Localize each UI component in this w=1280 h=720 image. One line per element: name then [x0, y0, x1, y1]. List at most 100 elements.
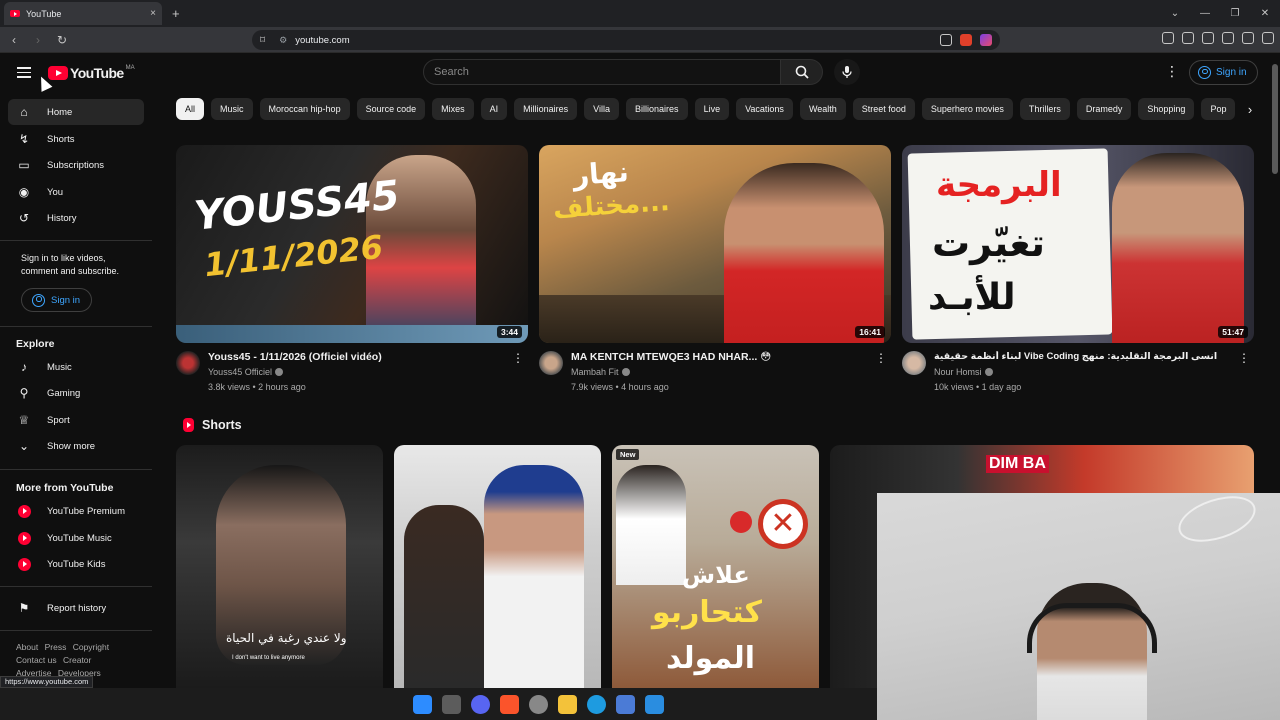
chip-dramedy[interactable]: Dramedy: [1076, 98, 1132, 120]
chip-thrillers[interactable]: Thrillers: [1019, 98, 1070, 120]
sidebar-item-you[interactable]: ◉ You: [8, 179, 144, 205]
store-icon[interactable]: [616, 694, 635, 714]
sidebar-item-shorts[interactable]: ↯ Shorts: [8, 126, 144, 152]
channel-name[interactable]: Youss45 Officiel: [208, 367, 284, 377]
video-menu-kebab-icon[interactable]: ⋮: [875, 351, 887, 365]
search-button[interactable]: [781, 59, 823, 85]
sidebar-item-sport[interactable]: ♕ Sport: [8, 407, 144, 433]
video-thumbnail[interactable]: نهار مختلف... 16:41: [539, 145, 891, 343]
chrome-icon[interactable]: [529, 694, 548, 714]
chip-ai[interactable]: AI: [480, 98, 508, 120]
short-card[interactable]: ولا عندي رغبة في الحياة I don't want to …: [176, 445, 383, 688]
short-card[interactable]: [394, 445, 601, 688]
browser-tab-youtube[interactable]: YouTube ×: [4, 2, 162, 25]
new-tab-button[interactable]: +: [172, 6, 180, 21]
sidebar-item-youtube-kids[interactable]: YouTube Kids: [8, 551, 144, 577]
sidebar-item-show-more[interactable]: ⌄ Show more: [8, 433, 144, 459]
reload-icon[interactable]: ↻: [52, 33, 72, 47]
scrollbar-thumb[interactable]: [1272, 64, 1278, 174]
forward-icon[interactable]: ›: [28, 33, 48, 47]
video-title[interactable]: Youss45 - 1/11/2026 (Officiel vidéo): [208, 351, 508, 363]
menu-icon[interactable]: [1262, 32, 1274, 44]
sidebar-item-report-history[interactable]: ⚑ Report history: [8, 595, 144, 621]
wallet-icon[interactable]: [1202, 32, 1214, 44]
short-card[interactable]: New ✕ علاش كتحاربو المولد: [612, 445, 819, 688]
sidebar-item-youtube-premium[interactable]: YouTube Premium: [8, 498, 144, 524]
video-card[interactable]: البرمجة تغيّرت للأبـد 51:47 انسى البرمجة…: [902, 145, 1254, 401]
channel-name[interactable]: Mambah Fit: [571, 367, 630, 377]
chip-wealth[interactable]: Wealth: [799, 98, 846, 120]
leo-ai-icon[interactable]: [1222, 32, 1234, 44]
video-menu-kebab-icon[interactable]: ⋮: [1238, 351, 1250, 365]
channel-avatar[interactable]: [902, 351, 926, 375]
footer-link-press[interactable]: Press: [45, 642, 67, 652]
edge-icon[interactable]: [587, 694, 606, 714]
chip-mixes[interactable]: Mixes: [432, 98, 474, 120]
close-window-button[interactable]: ✕: [1250, 8, 1280, 19]
mail-icon[interactable]: [645, 694, 664, 714]
sidebar-item-home[interactable]: ⌂ Home: [8, 99, 144, 125]
footer-link-about[interactable]: About: [16, 642, 38, 652]
tab-close-icon[interactable]: ×: [150, 8, 156, 19]
footer-link-creator[interactable]: Creator: [63, 655, 91, 665]
sidebar-item-youtube-music[interactable]: YouTube Music: [8, 525, 144, 551]
footer-link-copyright[interactable]: Copyright: [73, 642, 109, 652]
hamburger-menu-icon[interactable]: [17, 67, 31, 78]
video-thumbnail[interactable]: البرمجة تغيّرت للأبـد 51:47: [902, 145, 1254, 343]
back-icon[interactable]: ‹: [4, 33, 24, 47]
youtube-logo[interactable]: YouTube MA: [48, 65, 135, 81]
vpn-icon[interactable]: [1242, 32, 1254, 44]
rewards-icon[interactable]: [980, 34, 992, 46]
chips-next-chevron-icon[interactable]: ›: [1238, 98, 1262, 120]
search-box[interactable]: [423, 59, 781, 85]
address-bar[interactable]: ⌑ ⚙ youtube.com: [252, 30, 1000, 50]
channel-avatar[interactable]: [539, 351, 563, 375]
chip-moroccan-hip-hop[interactable]: Moroccan hip-hop: [259, 98, 350, 120]
sidebar-sign-in-button[interactable]: Sign in: [21, 288, 93, 312]
extensions-icon[interactable]: [1162, 32, 1174, 44]
video-title[interactable]: انسى البرمجة التقليدية: منهج Vibe Coding…: [934, 351, 1234, 362]
chip-vacations[interactable]: Vacations: [736, 98, 793, 120]
video-menu-kebab-icon[interactable]: ⋮: [512, 351, 524, 365]
address-url[interactable]: youtube.com: [295, 35, 940, 46]
discord-icon[interactable]: [471, 694, 490, 714]
brave-icon[interactable]: [500, 694, 519, 714]
brave-shield-icon[interactable]: [960, 34, 972, 46]
chip-all[interactable]: All: [176, 98, 205, 120]
bookmark-icon[interactable]: ⌑: [260, 35, 265, 46]
file-explorer-icon[interactable]: [558, 694, 577, 714]
chip-superhero-movies[interactable]: Superhero movies: [921, 98, 1013, 120]
chip-villa[interactable]: Villa: [584, 98, 620, 120]
site-info-icon[interactable]: ⚙: [279, 35, 287, 46]
video-title[interactable]: MA KENTCH MTEWQE3 HAD NHAR... 😳: [571, 351, 871, 363]
minimize-button[interactable]: —: [1190, 8, 1220, 19]
chip-source-code[interactable]: Source code: [356, 98, 426, 120]
chip-pop[interactable]: Pop: [1201, 98, 1236, 120]
voice-search-button[interactable]: [834, 59, 860, 85]
sidebar-item-music[interactable]: ♪ Music: [8, 354, 144, 380]
video-card[interactable]: نهار مختلف... 16:41 MA KENTCH MTEWQE3 HA…: [539, 145, 891, 401]
sign-in-button[interactable]: Sign in: [1189, 60, 1258, 85]
restore-button[interactable]: ❐: [1220, 8, 1250, 19]
sidebar-toggle-icon[interactable]: [1182, 32, 1194, 44]
footer-link-contact[interactable]: Contact us: [16, 655, 57, 665]
chip-millionaires[interactable]: Millionaires: [514, 98, 578, 120]
sidebar-item-subscriptions[interactable]: ▭ Subscriptions: [8, 152, 144, 178]
video-thumbnail[interactable]: YOUSS45 1/11/2026 3:44: [176, 145, 528, 343]
tab-search-icon[interactable]: ⌄: [1160, 8, 1190, 19]
sidebar-item-gaming[interactable]: ⚲ Gaming: [8, 380, 144, 406]
chip-live[interactable]: Live: [694, 98, 730, 120]
search-input[interactable]: [434, 66, 780, 78]
chip-music[interactable]: Music: [211, 98, 253, 120]
channel-name[interactable]: Nour Homsi: [934, 367, 993, 377]
video-card[interactable]: YOUSS45 1/11/2026 3:44 Youss45 - 1/11/20…: [176, 145, 528, 401]
windows-start-icon[interactable]: [413, 694, 432, 714]
channel-avatar[interactable]: [176, 351, 200, 375]
cast-icon[interactable]: [940, 34, 952, 46]
settings-kebab-icon[interactable]: ⋮: [1165, 64, 1179, 78]
sidebar-item-history[interactable]: ↺ History: [8, 205, 144, 231]
task-view-icon[interactable]: [442, 694, 461, 714]
chip-shopping[interactable]: Shopping: [1138, 98, 1195, 120]
chip-street-food[interactable]: Street food: [852, 98, 915, 120]
chip-billionaires[interactable]: Billionaires: [626, 98, 688, 120]
